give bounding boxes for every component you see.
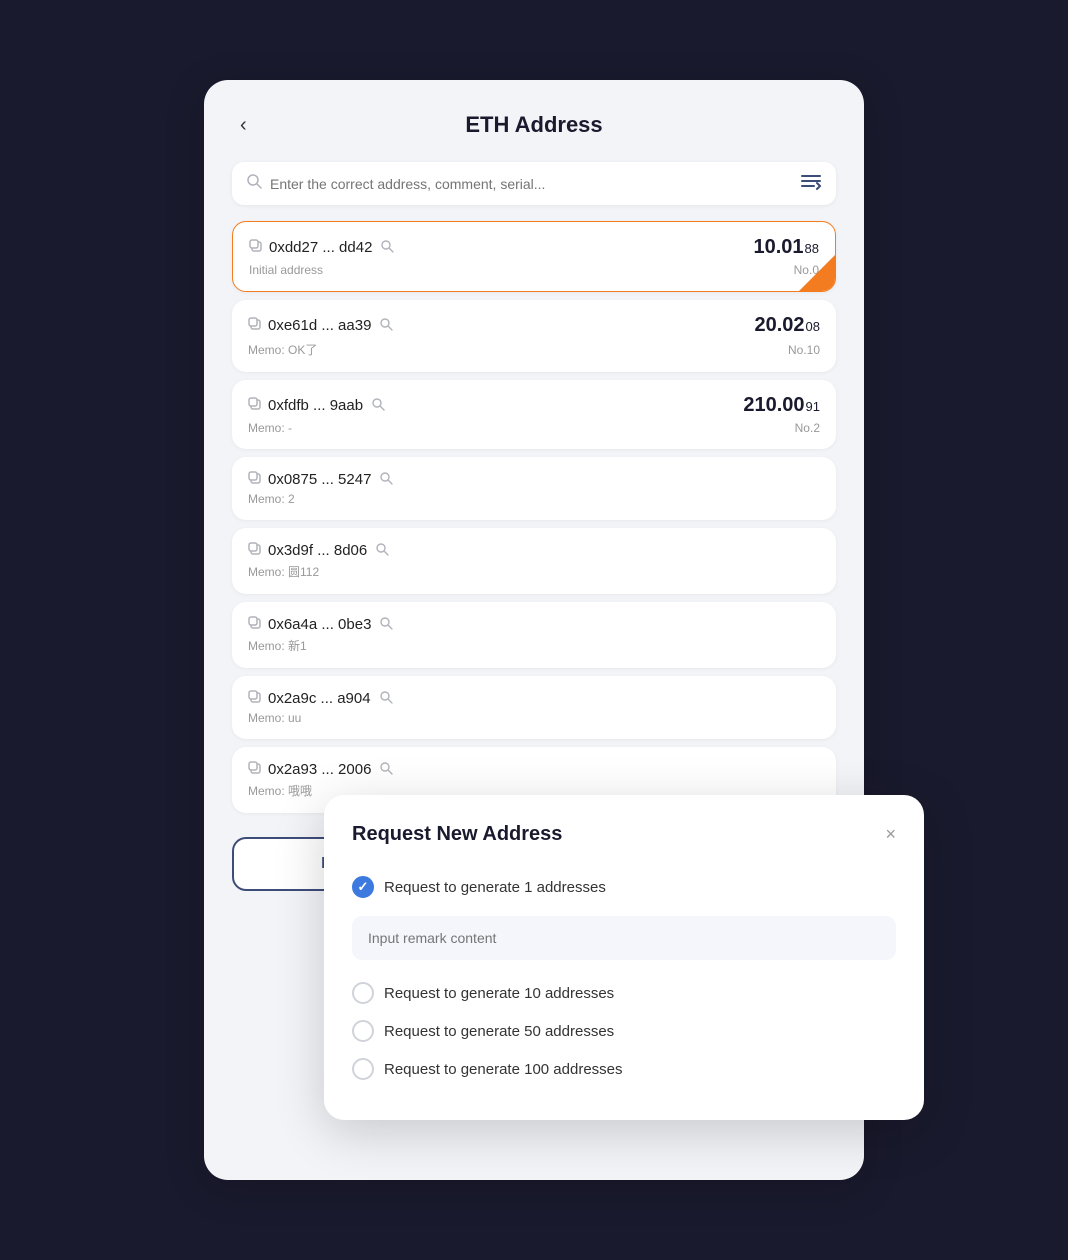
amount-small: 08 — [806, 319, 820, 334]
address-search-icon[interactable] — [379, 616, 393, 633]
memo-text: Memo: - — [248, 421, 292, 435]
modal-options: ✓ Request to generate 1 addresses Reques… — [352, 868, 896, 1088]
address-search-icon[interactable] — [379, 317, 393, 334]
request-modal: Request New Address × ✓ Request to gener… — [324, 795, 924, 1120]
radio-option[interactable]: Request to generate 100 addresses — [352, 1050, 896, 1088]
address-card[interactable]: 0xdd27 ... dd42 10.0188 Initial address … — [232, 221, 836, 292]
address-card[interactable]: 0x3d9f ... 8d06 Memo: 圆112 — [232, 528, 836, 594]
address-number: No.10 — [788, 343, 820, 357]
memo-text: Memo: 2 — [248, 492, 295, 506]
modal-header: Request New Address × — [352, 823, 896, 846]
amount-small: 88 — [805, 241, 819, 256]
copy-icon[interactable] — [248, 471, 262, 488]
memo-text: Memo: 新1 — [248, 637, 307, 654]
radio-circle — [352, 1058, 374, 1080]
radio-label: Request to generate 1 addresses — [384, 879, 606, 896]
address-hash: 0x3d9f ... 8d06 — [268, 542, 367, 559]
address-card[interactable]: 0x6a4a ... 0be3 Memo: 新1 — [232, 602, 836, 668]
radio-option[interactable]: ✓ Request to generate 1 addresses — [352, 868, 896, 974]
memo-text: Initial address — [249, 263, 323, 277]
page-title: ETH Address — [465, 112, 602, 138]
address-list: 0xdd27 ... dd42 10.0188 Initial address … — [232, 221, 836, 813]
address-card[interactable]: 0xe61d ... aa39 20.0208 Memo: OK了 No.10 — [232, 300, 836, 372]
amount-small: 91 — [806, 399, 820, 414]
copy-icon[interactable] — [248, 690, 262, 707]
amount-main: 10.01 — [753, 236, 803, 259]
filter-icon[interactable] — [800, 172, 822, 195]
address-hash: 0xdd27 ... dd42 — [269, 239, 372, 256]
address-search-icon[interactable] — [380, 239, 394, 256]
radio-option[interactable]: Request to generate 50 addresses — [352, 1012, 896, 1050]
memo-text: Memo: 圆112 — [248, 563, 319, 580]
memo-text: Memo: OK了 — [248, 341, 317, 358]
copy-icon[interactable] — [248, 542, 262, 559]
amount-main: 210.00 — [743, 394, 804, 417]
radio-circle — [352, 1020, 374, 1042]
address-search-icon[interactable] — [371, 397, 385, 414]
address-hash: 0x2a9c ... a904 — [268, 690, 371, 707]
address-card[interactable]: 0xfdfb ... 9aab 210.0091 Memo: - No.2 — [232, 380, 836, 449]
header: ‹ ETH Address — [232, 112, 836, 138]
address-hash: 0xfdfb ... 9aab — [268, 397, 363, 414]
copy-icon[interactable] — [248, 397, 262, 414]
address-search-icon[interactable] — [379, 690, 393, 707]
address-card[interactable]: 0x0875 ... 5247 Memo: 2 — [232, 457, 836, 520]
address-hash: 0x6a4a ... 0be3 — [268, 616, 371, 633]
memo-text: Memo: uu — [248, 711, 301, 725]
radio-option[interactable]: Request to generate 10 addresses — [352, 974, 896, 1012]
radio-checkmark: ✓ — [358, 879, 369, 895]
address-number: No.2 — [795, 421, 820, 435]
modal-close-button[interactable]: × — [885, 824, 896, 845]
address-search-icon[interactable] — [375, 542, 389, 559]
search-icon — [246, 173, 262, 194]
address-search-icon[interactable] — [379, 471, 393, 488]
radio-label: Request to generate 100 addresses — [384, 1061, 623, 1078]
main-card: ‹ ETH Address — [204, 80, 864, 1180]
copy-icon[interactable] — [249, 239, 263, 256]
radio-circle-checked: ✓ — [352, 876, 374, 898]
search-bar — [232, 162, 836, 205]
address-card[interactable]: 0x2a9c ... a904 Memo: uu — [232, 676, 836, 739]
address-hash: 0x0875 ... 5247 — [268, 471, 371, 488]
active-corner — [799, 255, 835, 291]
search-input[interactable] — [270, 176, 792, 192]
address-hash: 0xe61d ... aa39 — [268, 317, 371, 334]
amount-main: 20.02 — [754, 314, 804, 337]
remark-input[interactable] — [352, 916, 896, 960]
radio-label: Request to generate 50 addresses — [384, 1023, 614, 1040]
copy-icon[interactable] — [248, 616, 262, 633]
memo-text: Memo: 哦哦 — [248, 782, 312, 799]
back-button[interactable]: ‹ — [232, 110, 255, 141]
copy-icon[interactable] — [248, 761, 262, 778]
address-hash: 0x2a93 ... 2006 — [268, 761, 371, 778]
radio-label: Request to generate 10 addresses — [384, 985, 614, 1002]
radio-circle — [352, 982, 374, 1004]
address-search-icon[interactable] — [379, 761, 393, 778]
modal-title: Request New Address — [352, 823, 562, 846]
copy-icon[interactable] — [248, 317, 262, 334]
